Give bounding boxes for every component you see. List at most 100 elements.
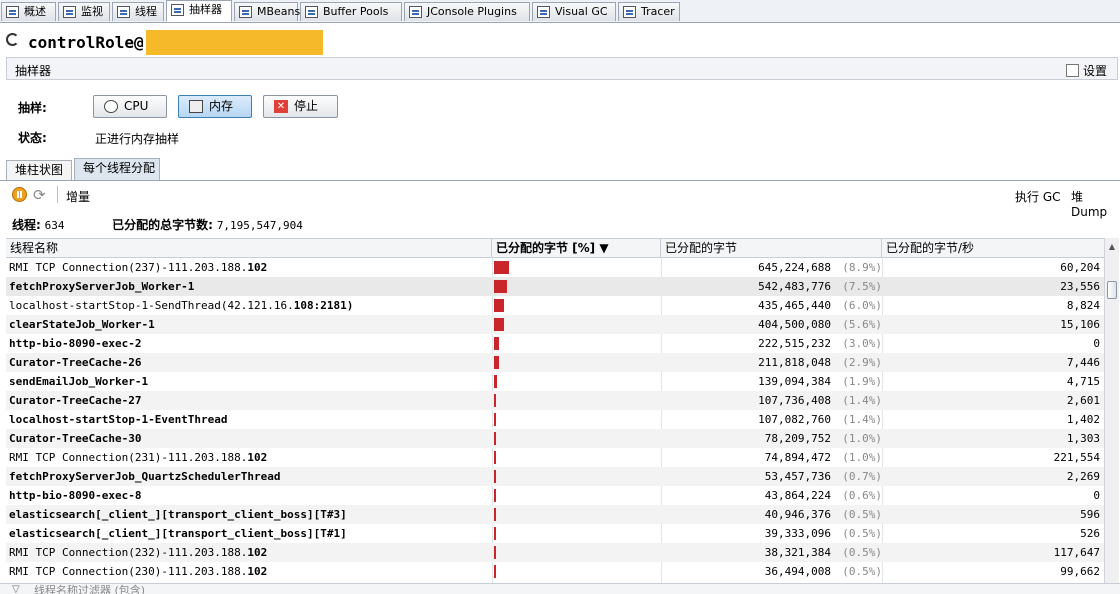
- table-row[interactable]: Curator-TreeCache-26 211,818,048 (2.9%) 7,4…: [6, 353, 1104, 372]
- allocated-percent: (0.5%): [842, 546, 882, 559]
- allocated-bytes: 139,094,384: [758, 375, 831, 388]
- memory-icon: [189, 100, 203, 113]
- allocated-bytes: 39,333,096: [764, 527, 831, 540]
- allocation-bar: [494, 451, 496, 464]
- tab-overview[interactable]: 概述: [1, 2, 56, 21]
- thread-allocation-table: 线程名称 已分配的字节 [%] ▼ 已分配的字节 已分配的字节/秒 RMI TC…: [6, 238, 1104, 583]
- overview-icon: [6, 6, 19, 18]
- allocated-percent: (6.0%): [842, 299, 882, 312]
- column-allocated-bytes[interactable]: 已分配的字节: [661, 239, 882, 258]
- allocation-bar: [494, 470, 496, 483]
- allocation-rate: 7,446: [1066, 356, 1100, 369]
- thread-name: RMI TCP Connection(232)-111.203.188.102: [9, 546, 268, 559]
- settings-checkbox[interactable]: [1065, 64, 1079, 77]
- tab-sampler[interactable]: 抽样器: [166, 0, 232, 22]
- total-allocated-label: 已分配的总字节数:: [112, 218, 213, 232]
- allocation-bar: [494, 394, 496, 407]
- thread-filter-bar[interactable]: ▽ 线程名称过滤器 (包含): [0, 583, 1120, 594]
- table-row[interactable]: http-bio-8090-exec-2 222,515,232 (3.0%) 0: [6, 334, 1104, 353]
- allocation-bar: [494, 375, 497, 388]
- cpu-button[interactable]: CPU: [93, 95, 167, 118]
- allocated-percent: (3.0%): [842, 337, 882, 350]
- tracer-icon: [623, 6, 636, 18]
- threads-icon: [117, 6, 130, 18]
- heap-dump-button[interactable]: 堆 Dump: [1071, 188, 1120, 219]
- table-row[interactable]: localhost-startStop-1-EventThread 107,082…: [6, 410, 1104, 429]
- table-row[interactable]: elasticsearch[_client_][transport_client…: [6, 505, 1104, 524]
- allocated-percent: (1.0%): [842, 451, 882, 464]
- table-row[interactable]: elasticsearch[_client_][transport_client…: [6, 524, 1104, 543]
- table-header: 线程名称 已分配的字节 [%] ▼ 已分配的字节 已分配的字节/秒: [6, 238, 1104, 258]
- tab-jconsole-plugins[interactable]: JConsole Plugins: [404, 2, 530, 21]
- allocation-bar: [494, 356, 499, 369]
- table-row[interactable]: Curator-TreeCache-27 107,736,408 (1.4%) 2,6…: [6, 391, 1104, 410]
- allocated-bytes: 107,736,408: [758, 394, 831, 407]
- allocation-bar: [494, 280, 507, 293]
- scroll-up-icon[interactable]: ▲: [1107, 242, 1117, 252]
- vertical-scrollbar[interactable]: ▲: [1104, 238, 1119, 583]
- tab-monitor[interactable]: 监视: [58, 2, 110, 21]
- scrollbar-thumb[interactable]: [1107, 281, 1117, 299]
- monitor-icon: [63, 6, 76, 18]
- thread-name: localhost-startStop-1-EventThread: [9, 413, 228, 426]
- allocation-rate: 60,204: [1060, 261, 1100, 274]
- tab-threads[interactable]: 线程: [112, 2, 164, 21]
- tab-heap-histogram[interactable]: 堆柱状图: [6, 160, 72, 180]
- table-row[interactable]: localhost-startStop-1-SendThread(42.121.…: [6, 296, 1104, 315]
- settings-toggle[interactable]: 设置: [1065, 62, 1107, 79]
- table-row[interactable]: Curator-TreeCache-30 78,209,752 (1.0%) 1,30…: [6, 429, 1104, 448]
- connection-title: controlRole@: [28, 33, 144, 52]
- status-value: 正进行内存抽样: [95, 132, 180, 146]
- allocated-percent: (1.4%): [842, 394, 882, 407]
- tab-per-thread-allocation[interactable]: 每个线程分配: [74, 158, 160, 180]
- thread-name: clearStateJob_Worker-1: [9, 318, 155, 331]
- memory-button[interactable]: 内存: [178, 95, 252, 118]
- allocation-bar: [494, 508, 496, 521]
- settings-label: 设置: [1082, 64, 1107, 78]
- allocated-bytes: 53,457,736: [764, 470, 831, 483]
- stop-button[interactable]: ✕ 停止: [263, 95, 338, 118]
- pause-icon[interactable]: [12, 187, 27, 202]
- table-row[interactable]: RMI TCP Connection(230)-111.203.188.102 3…: [6, 562, 1104, 581]
- table-row[interactable]: http-bio-8090-exec-8 43,864,224 (0.6%) 0: [6, 486, 1104, 505]
- thread-name: http-bio-8090-exec-2: [9, 337, 142, 350]
- table-row[interactable]: RMI TCP Connection(231)-111.203.188.102 7…: [6, 448, 1104, 467]
- thread-name: RMI TCP Connection(237)-111.203.188.102: [9, 261, 268, 274]
- column-allocated-rate[interactable]: 已分配的字节/秒: [882, 239, 1104, 258]
- allocated-bytes: 222,515,232: [758, 337, 831, 350]
- thread-name: RMI TCP Connection(231)-111.203.188.102: [9, 451, 268, 464]
- thread-name: elasticsearch[_client_][transport_client…: [9, 527, 347, 540]
- allocation-bar: [494, 432, 496, 445]
- refresh-icon[interactable]: ⟳: [33, 186, 46, 204]
- thread-name: fetchProxyServerJob_Worker-1: [9, 280, 195, 293]
- tab-mbeans[interactable]: MBeans: [234, 2, 300, 21]
- tab-strip: 概述 监视 线程 抽样器 MBeans Buffer Pools JConsol…: [0, 0, 1120, 23]
- thread-name: RMI TCP Connection(230)-111.203.188.102: [9, 565, 268, 578]
- table-row[interactable]: RMI TCP Connection(237)-111.203.188.102 6…: [6, 258, 1104, 277]
- allocated-bytes: 211,818,048: [758, 356, 831, 369]
- thread-name: elasticsearch[_client_][transport_client…: [9, 508, 347, 521]
- mbeans-icon: [239, 6, 252, 18]
- delta-toggle[interactable]: 增量: [66, 188, 90, 205]
- allocated-percent: (8.9%): [842, 261, 882, 274]
- allocated-bytes: 74,894,472: [764, 451, 831, 464]
- tab-tracer[interactable]: Tracer: [618, 2, 680, 21]
- toolbar-separator: [57, 186, 58, 203]
- column-allocated-percent[interactable]: 已分配的字节 [%] ▼: [492, 239, 661, 258]
- app-header: controlRole@: [0, 23, 1120, 57]
- thread-name: Curator-TreeCache-27: [9, 394, 142, 407]
- table-row[interactable]: sendEmailJob_Worker-1 139,094,384 (1.9%) 4,…: [6, 372, 1104, 391]
- thread-filter-input[interactable]: 线程名称过滤器 (包含): [34, 584, 145, 594]
- table-row[interactable]: RMI TCP Connection(232)-111.203.188.102 3…: [6, 543, 1104, 562]
- sampler-panel-header: 抽样器 设置: [6, 57, 1118, 80]
- column-thread-name[interactable]: 线程名称: [6, 239, 492, 258]
- table-row[interactable]: clearStateJob_Worker-1 404,500,080 (5.6%) 1…: [6, 315, 1104, 334]
- table-row[interactable]: fetchProxyServerJob_QuartzSchedulerThrea…: [6, 467, 1104, 486]
- perform-gc-button[interactable]: 执行 GC: [1015, 188, 1061, 205]
- tab-visual-gc[interactable]: Visual GC: [532, 2, 616, 21]
- loading-spinner-icon: [6, 33, 19, 46]
- allocated-percent: (1.0%): [842, 432, 882, 445]
- jconsole-plugins-icon: [409, 6, 422, 18]
- table-row[interactable]: fetchProxyServerJob_Worker-1 542,483,776 (…: [6, 277, 1104, 296]
- tab-buffer-pools[interactable]: Buffer Pools: [300, 2, 402, 21]
